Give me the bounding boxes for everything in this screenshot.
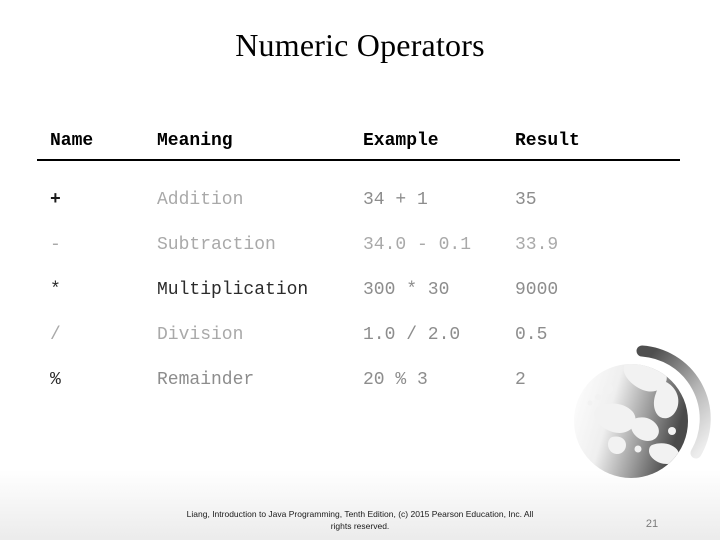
- column-header-meaning: Meaning: [157, 131, 233, 151]
- cell-example: 20 % 3: [363, 370, 428, 390]
- copyright-footer: Liang, Introduction to Java Programming,…: [120, 508, 600, 532]
- table-header-row: Name Meaning Example Result: [37, 128, 680, 159]
- cell-example: 34.0 - 0.1: [363, 235, 472, 255]
- cell-meaning: Subtraction: [157, 235, 276, 255]
- page-number: 21: [645, 518, 659, 530]
- cell-result: 9000: [515, 280, 559, 300]
- footer-line-1: Liang, Introduction to Java Programming,…: [186, 509, 534, 519]
- table-row: + Addition 34 + 1 35: [37, 178, 680, 223]
- table-row: * Multiplication 300 * 30 9000: [37, 268, 680, 313]
- table-row: - Subtraction 34.0 - 0.1 33.9: [37, 223, 680, 268]
- column-header-result: Result: [515, 131, 580, 151]
- footer-line-2: rights reserved.: [330, 521, 390, 531]
- cell-example: 1.0 / 2.0: [363, 325, 461, 345]
- cell-meaning: Division: [157, 325, 244, 345]
- cell-meaning: Addition: [157, 190, 244, 210]
- cell-name: /: [50, 325, 61, 345]
- cell-result: 2: [515, 370, 526, 390]
- column-header-example: Example: [363, 131, 439, 151]
- cell-name: *: [50, 280, 61, 300]
- cell-result: 33.9: [515, 235, 559, 255]
- cell-meaning: Multiplication: [157, 280, 309, 300]
- header-divider-rule: [37, 159, 680, 161]
- slide-canvas: Numeric Operators Name Meaning Example R…: [0, 0, 720, 540]
- cell-name: -: [50, 235, 61, 255]
- cell-name: +: [50, 190, 61, 210]
- column-header-name: Name: [50, 131, 94, 151]
- cell-name: %: [50, 370, 61, 390]
- page-title: Numeric Operators: [235, 27, 485, 63]
- globe-icon: [574, 345, 711, 478]
- cell-example: 300 * 30: [363, 280, 450, 300]
- cell-meaning: Remainder: [157, 370, 255, 390]
- cell-result: 35: [515, 190, 537, 210]
- cell-result: 0.5: [515, 325, 548, 345]
- cell-example: 34 + 1: [363, 190, 428, 210]
